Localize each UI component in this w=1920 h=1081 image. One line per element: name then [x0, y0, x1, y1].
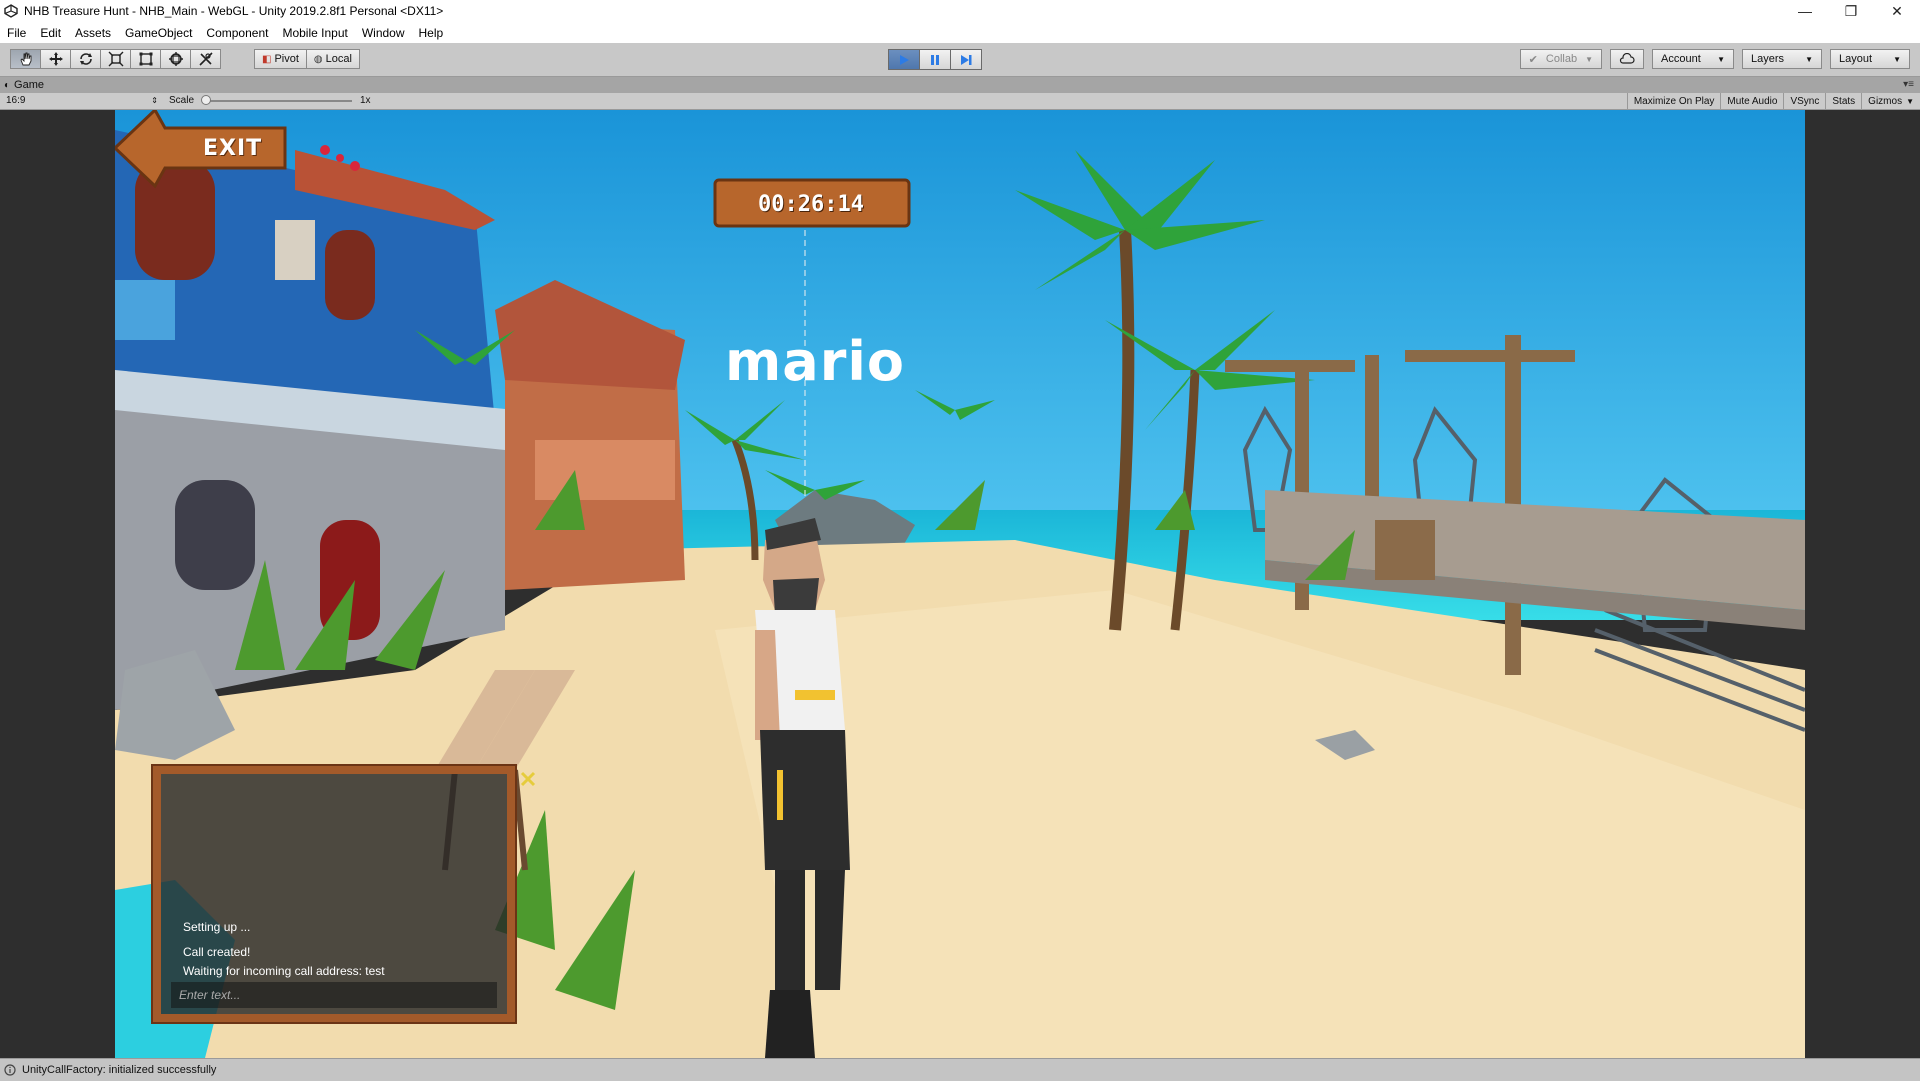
right-toolbar: ✔ Collab ▼ Account ▼ Layers ▼ Layout ▼ [1519, 49, 1910, 69]
scale-slider-knob[interactable] [201, 95, 211, 105]
game-view-toolbar: 16:9 ⇕ Scale 1x Maximize On Play Mute Au… [0, 93, 1920, 110]
menu-mobile-input[interactable]: Mobile Input [275, 26, 354, 40]
collab-dropdown[interactable]: ✔ Collab ▼ [1519, 49, 1602, 69]
collab-check-icon: ✔ [1528, 53, 1538, 66]
step-button[interactable] [950, 49, 982, 70]
rotate-tool-button[interactable] [70, 49, 101, 69]
rotate-icon [79, 53, 92, 65]
hand-tool-button[interactable] [10, 49, 41, 69]
game-timer: 00:26:14 [758, 192, 864, 217]
unity-logo-icon [4, 4, 18, 18]
close-icon[interactable] [519, 770, 537, 788]
rect-transform-icon [139, 52, 152, 66]
player-name-label: mario [725, 330, 905, 393]
scale-tool-button[interactable] [100, 49, 131, 69]
stats-toggle[interactable]: Stats [1825, 93, 1861, 109]
hand-icon [19, 52, 31, 66]
exit-sign-button[interactable]: EXIT [203, 136, 262, 161]
pause-icon [931, 54, 939, 65]
layers-dropdown[interactable]: Layers ▼ [1742, 49, 1822, 69]
scale-label: Scale [169, 95, 195, 106]
move-arrows-icon [48, 52, 63, 66]
game-tab-label: Game [14, 79, 45, 91]
layers-label: Layers [1751, 53, 1785, 65]
game-viewport[interactable]: EXIT 00:26:14 mario Setting up ... Call … [0, 110, 1920, 1058]
pivot-toggle[interactable]: ◧ Pivot [254, 49, 307, 69]
chat-messages: Setting up ... Call created! Waiting for… [183, 918, 385, 981]
play-controls [888, 49, 982, 70]
layout-dropdown[interactable]: Layout ▼ [1830, 49, 1910, 69]
updown-arrows-icon: ⇕ [151, 96, 158, 105]
window-title-bar: NHB Treasure Hunt - NHB_Main - WebGL - U… [0, 0, 1920, 22]
scale-icon [108, 51, 123, 67]
pivot-label: Pivot [274, 53, 299, 65]
chat-message: Call created! [183, 945, 251, 959]
pause-button[interactable] [919, 49, 951, 70]
chat-message: Waiting for incoming call address: test [183, 964, 385, 978]
menu-assets[interactable]: Assets [68, 26, 118, 40]
game-pad-icon: ◐ [4, 79, 11, 91]
mute-audio-toggle[interactable]: Mute Audio [1720, 93, 1783, 109]
menu-gameobject[interactable]: GameObject [118, 26, 199, 40]
collab-label: Collab [1545, 53, 1578, 65]
local-label: Local [325, 53, 352, 65]
scale-slider-track[interactable] [206, 100, 352, 102]
game-tab[interactable]: ◐ Game [4, 77, 44, 93]
game-scene[interactable]: EXIT 00:26:14 mario Setting up ... Call … [115, 110, 1805, 1058]
chevron-down-icon: ▼ [1717, 54, 1725, 64]
play-button[interactable] [888, 49, 920, 70]
close-button[interactable]: ✕ [1874, 0, 1920, 22]
move-tool-button[interactable] [40, 49, 71, 69]
local-globe-icon: ◍ [313, 53, 323, 65]
minimize-button[interactable]: — [1782, 0, 1828, 22]
aspect-label: 16:9 [6, 95, 26, 106]
scale-value: 1x [360, 95, 371, 106]
menu-edit[interactable]: Edit [33, 26, 68, 40]
pivot-icon: ◧ [262, 53, 272, 65]
local-toggle[interactable]: ◍ Local [305, 49, 360, 69]
status-message[interactable]: UnityCallFactory: initialized successful… [22, 1064, 216, 1076]
window-controls: — ❐ ✕ [1782, 0, 1920, 22]
chevron-down-icon: ▼ [1805, 54, 1813, 64]
game-view-options: Maximize On Play Mute Audio VSync Stats … [1626, 93, 1920, 109]
status-bar: UnityCallFactory: initialized successful… [0, 1058, 1920, 1081]
chat-message: Setting up ... [183, 920, 251, 934]
chevron-down-icon: ▼ [1585, 54, 1593, 64]
step-icon [961, 54, 972, 65]
layout-label: Layout [1839, 53, 1873, 65]
transform-tools [10, 49, 221, 69]
panel-tab-bar: ◐ Game ▾≡ [0, 77, 1920, 93]
menu-bar: File Edit Assets GameObject Component Mo… [0, 22, 1920, 43]
chevron-down-icon: ▼ [1906, 96, 1914, 106]
vsync-toggle[interactable]: VSync [1783, 93, 1825, 109]
cloud-icon [1619, 53, 1635, 64]
aspect-dropdown[interactable]: 16:9 ⇕ [6, 94, 158, 107]
main-toolbar: ◧ Pivot ◍ Local ✔ Collab ▼ Account ▼ Lay… [0, 43, 1920, 77]
rect-tool-button[interactable] [130, 49, 161, 69]
cloud-button[interactable] [1610, 49, 1644, 69]
chat-input[interactable] [171, 982, 497, 1008]
restore-button[interactable]: ❐ [1828, 0, 1874, 22]
window-title: NHB Treasure Hunt - NHB_Main - WebGL - U… [24, 4, 444, 18]
panel-menu-icon[interactable]: ▾≡ [1903, 79, 1914, 90]
chat-panel: Setting up ... Call created! Waiting for… [151, 764, 517, 1024]
gizmos-dropdown[interactable]: Gizmos ▼ [1861, 93, 1920, 109]
pivot-toggles: ◧ Pivot ◍ Local [254, 49, 360, 69]
account-dropdown[interactable]: Account ▼ [1652, 49, 1734, 69]
transform-tool-button[interactable] [160, 49, 191, 69]
menu-window[interactable]: Window [355, 26, 412, 40]
custom-tool-button[interactable] [190, 49, 221, 69]
menu-file[interactable]: File [0, 26, 33, 40]
account-label: Account [1661, 53, 1701, 65]
tools-icon [198, 52, 213, 66]
chevron-down-icon: ▼ [1893, 54, 1901, 64]
transform-icon [168, 52, 183, 66]
gizmos-label: Gizmos [1868, 95, 1903, 107]
info-icon [4, 1064, 16, 1076]
menu-component[interactable]: Component [199, 26, 275, 40]
play-icon [900, 54, 909, 65]
menu-help[interactable]: Help [412, 26, 451, 40]
maximize-on-play-toggle[interactable]: Maximize On Play [1626, 93, 1721, 109]
